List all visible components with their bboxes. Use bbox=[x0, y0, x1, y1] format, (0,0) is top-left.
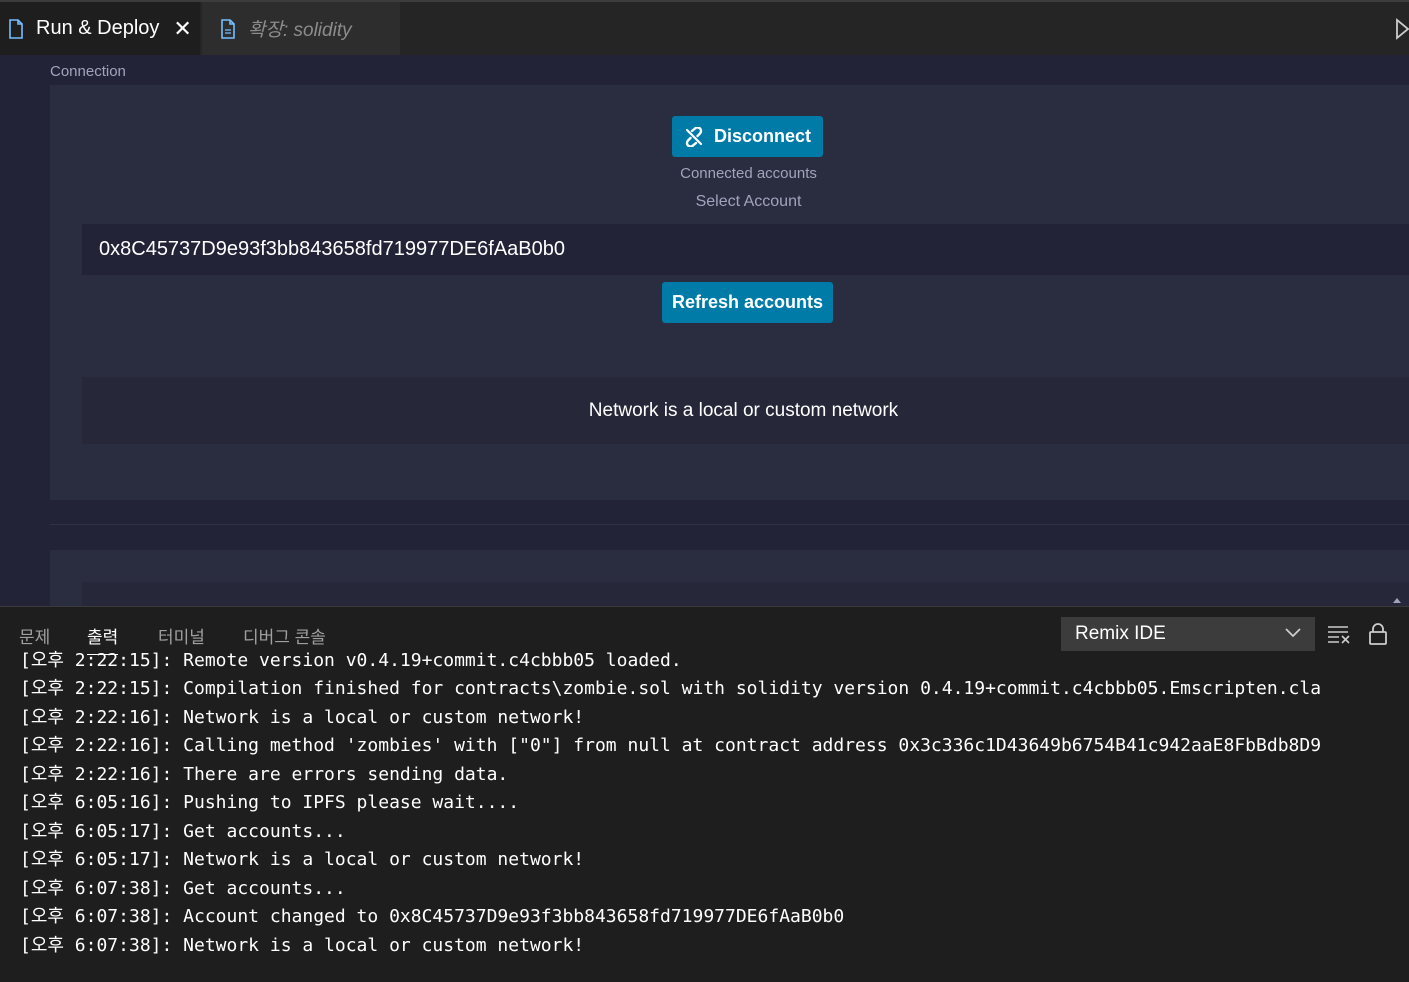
log-line: [오후 2:22:16]: Network is a local or cust… bbox=[20, 707, 585, 728]
select-account-label: Select Account bbox=[695, 193, 802, 210]
deploy-card-inner bbox=[82, 582, 1409, 606]
run-deploy-webview: Connection Disconnect Connected accounts… bbox=[0, 55, 1409, 606]
tab-extension-solidity[interactable]: 확장: solidity bbox=[202, 2, 400, 55]
log-line: [오후 6:07:38]: Get accounts... bbox=[20, 878, 346, 899]
log-line: [오후 2:22:16]: There are errors sending d… bbox=[20, 764, 509, 785]
output-log: [오후 2:22:15]: Remote version v0.4.19+com… bbox=[0, 645, 1409, 982]
chevron-down-icon bbox=[1285, 628, 1301, 638]
scroll-up-icon[interactable] bbox=[1393, 598, 1401, 603]
bottom-panel: 문제 출력 터미널 디버그 콘솔 Remix IDE [오후 2:22:15]:… bbox=[0, 606, 1409, 981]
tab-run-deploy[interactable]: Run & Deploy ✕ bbox=[0, 2, 200, 55]
refresh-accounts-button[interactable]: Refresh accounts bbox=[662, 282, 833, 323]
divider bbox=[50, 524, 1409, 525]
tab-label: Run & Deploy bbox=[36, 17, 160, 39]
log-line: [오후 6:05:17]: Network is a local or cust… bbox=[20, 849, 585, 870]
deploy-card bbox=[50, 550, 1409, 606]
section-title: Connection bbox=[50, 63, 126, 80]
clear-output-icon[interactable] bbox=[1327, 623, 1351, 645]
log-line: [오후 2:22:15]: Remote version v0.4.19+com… bbox=[20, 650, 682, 671]
file-icon bbox=[9, 18, 23, 39]
network-status: Network is a local or custom network bbox=[82, 377, 1409, 444]
connected-accounts-label: Connected accounts bbox=[680, 165, 817, 182]
output-channel-label: Remix IDE bbox=[1075, 623, 1166, 644]
disconnect-label: Disconnect bbox=[713, 126, 812, 146]
tab-label: 확장: solidity bbox=[248, 20, 352, 41]
account-select[interactable]: 0x8C45737D9e93f3bb843658fd719977DE6fAaB0… bbox=[82, 224, 1409, 275]
file-icon bbox=[221, 18, 235, 39]
run-icon[interactable] bbox=[1395, 18, 1409, 40]
close-icon[interactable]: ✕ bbox=[173, 17, 191, 40]
broken-link-icon bbox=[685, 126, 703, 147]
editor-tab-bar: Run & Deploy ✕ 확장: solidity bbox=[0, 0, 1409, 55]
disconnect-button[interactable]: Disconnect bbox=[672, 116, 823, 157]
log-line: [오후 6:07:38]: Account changed to 0x8C457… bbox=[20, 906, 845, 927]
log-line: [오후 6:05:17]: Get accounts... bbox=[20, 821, 346, 842]
connection-card: Disconnect Connected accounts Select Acc… bbox=[50, 85, 1409, 500]
log-line: [오후 2:22:16]: Calling method 'zombies' w… bbox=[20, 735, 1322, 756]
log-line: [오후 6:05:16]: Pushing to IPFS please wai… bbox=[20, 792, 520, 813]
log-line: [오후 6:07:38]: Network is a local or cust… bbox=[20, 935, 585, 956]
lock-scroll-icon[interactable] bbox=[1368, 623, 1388, 645]
log-line: [오후 2:22:15]: Compilation finished for c… bbox=[20, 678, 1322, 699]
